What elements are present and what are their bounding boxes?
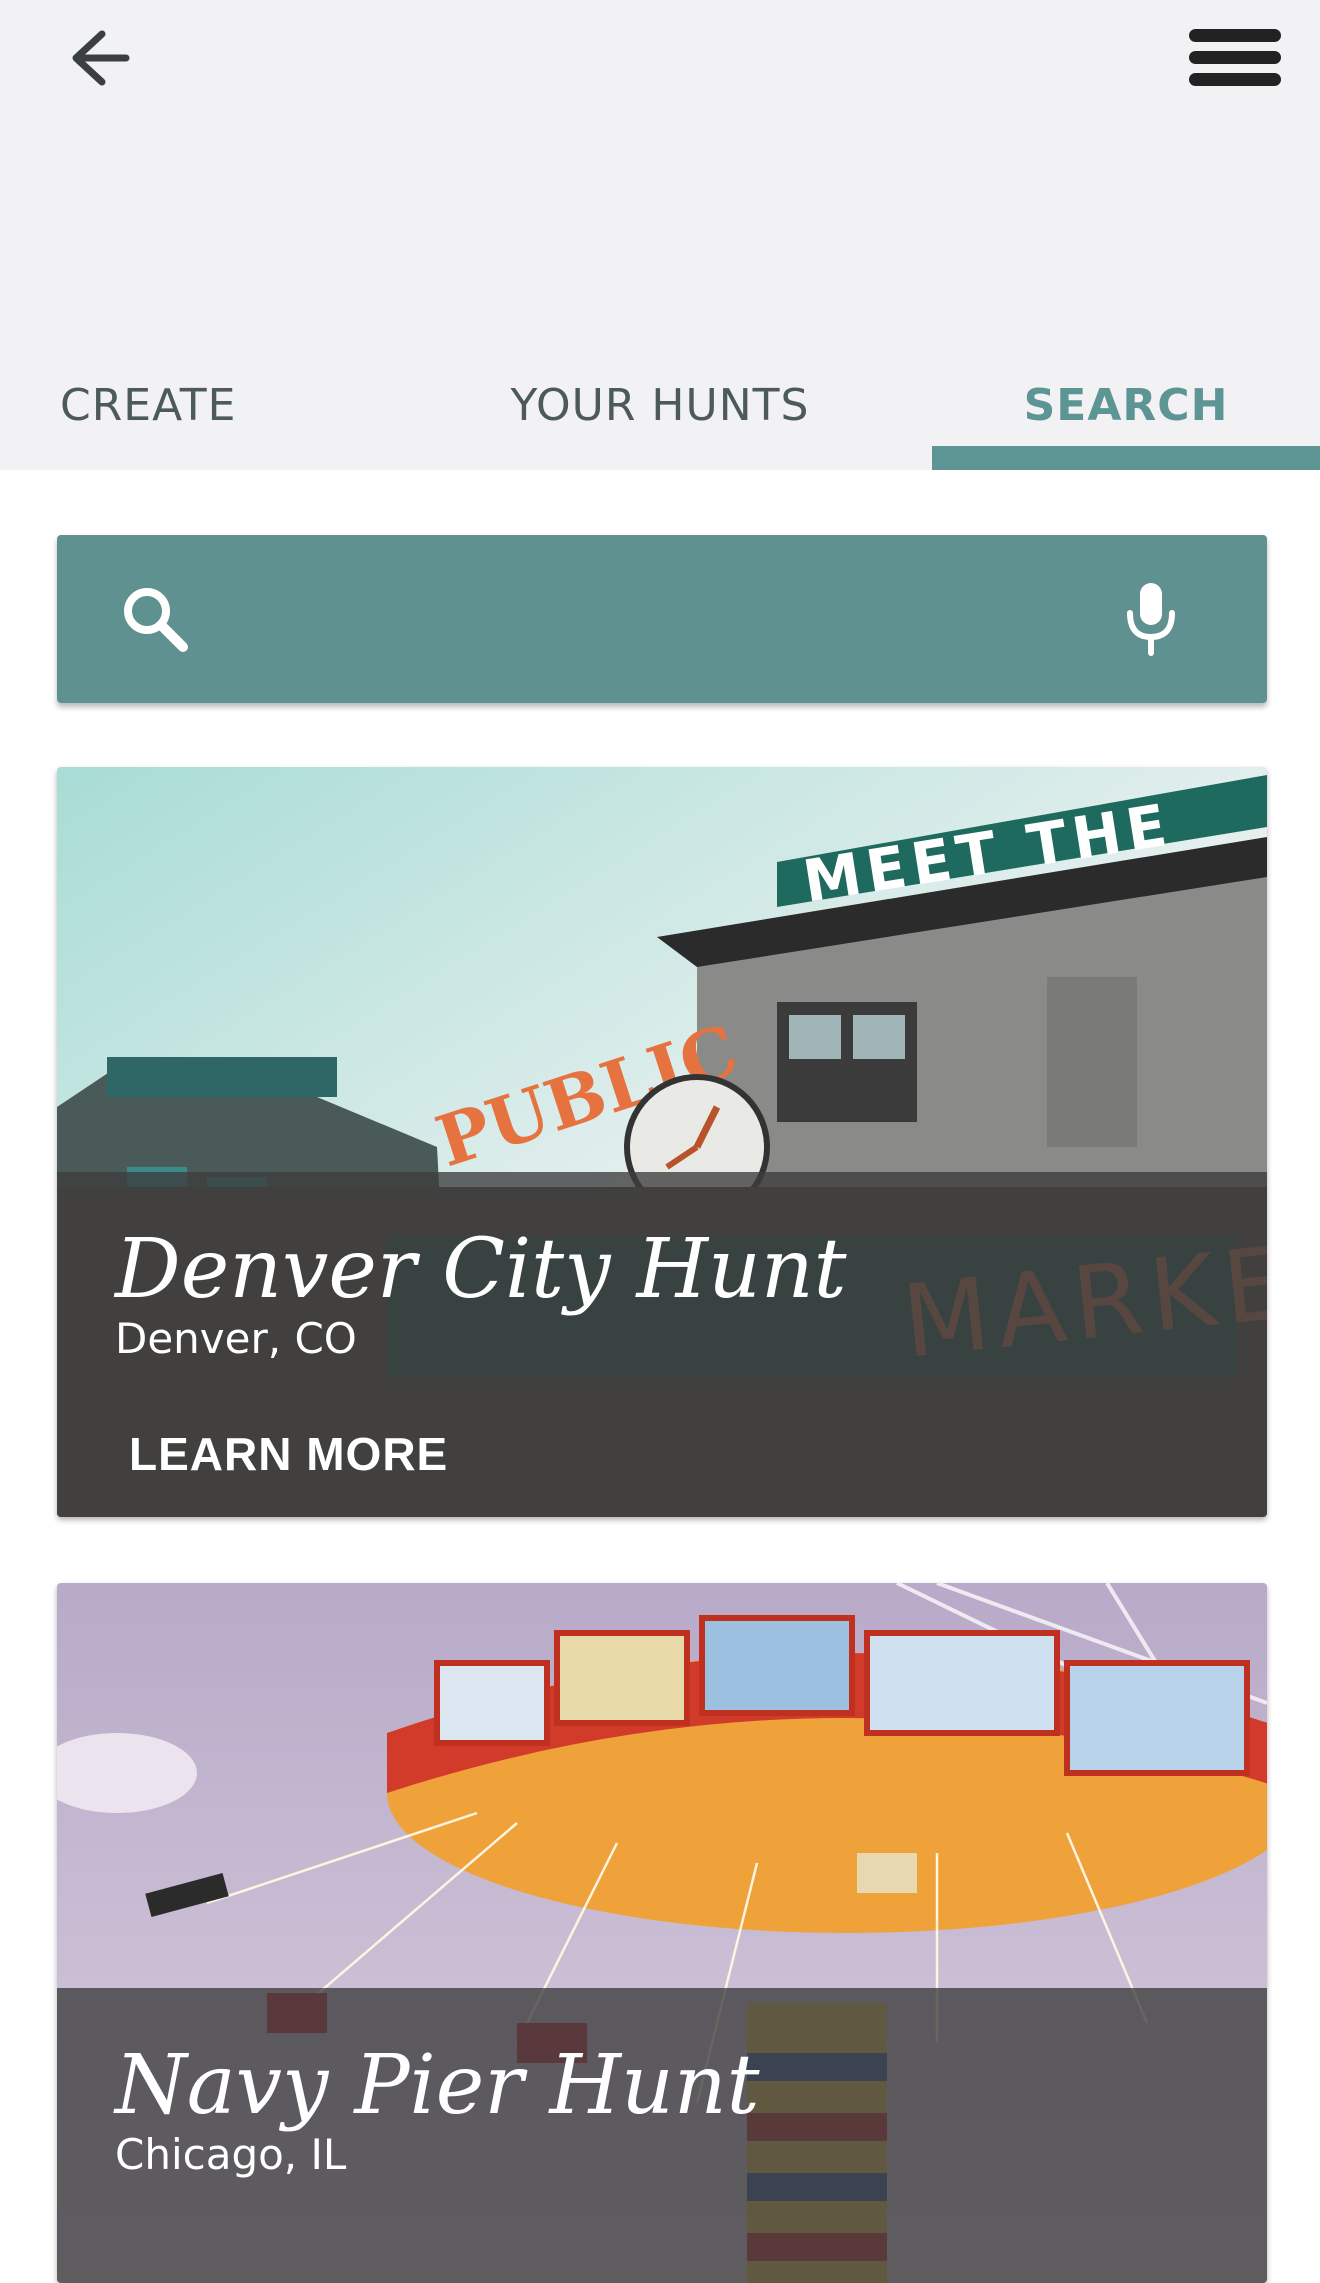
learn-more-button[interactable]: LEARN MORE [129,1427,448,1481]
hunt-title: Navy Pier Hunt [115,2038,760,2133]
tab-your-hunts[interactable]: YOUR HUNTS [440,340,880,470]
back-button[interactable] [60,20,140,95]
app-header: CREATE YOUR HUNTS SEARCH [0,0,1320,470]
active-tab-indicator [932,446,1320,470]
hunt-location: Chicago, IL [115,2130,347,2179]
hunt-title: Denver City Hunt [115,1222,847,1317]
hunt-card-denver[interactable]: MEET THE PUBLIC MARKET Denver City Hunt … [57,767,1267,1517]
search-input[interactable] [227,565,1107,673]
search-icon[interactable] [119,583,191,655]
hunt-location: Denver, CO [115,1314,357,1363]
hamburger-menu-icon [1189,29,1281,86]
arrow-left-icon [72,30,130,85]
hunt-card-navy-pier[interactable]: Navy Pier Hunt Chicago, IL [57,1583,1267,2283]
microphone-icon[interactable] [1123,581,1179,657]
menu-button[interactable] [1180,18,1290,98]
search-bar [57,535,1267,703]
tab-create[interactable]: CREATE [60,340,290,470]
